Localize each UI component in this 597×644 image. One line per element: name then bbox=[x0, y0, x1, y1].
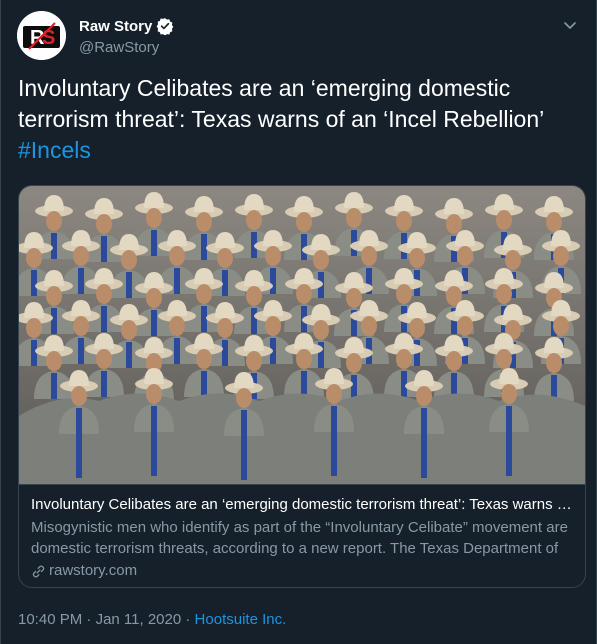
hashtag-link[interactable]: #Incels bbox=[18, 137, 91, 163]
meta-separator-2: · bbox=[185, 611, 191, 628]
handle[interactable]: @RawStory bbox=[79, 39, 174, 56]
tweet-text: Involuntary Celibates are an ‘emerging d… bbox=[18, 73, 578, 166]
tweet-time[interactable]: 10:40 PM bbox=[18, 611, 82, 628]
card-info[interactable]: Involuntary Celibates are an ‘emerging d… bbox=[19, 484, 585, 587]
card-description: Misogynistic men who identify as part of… bbox=[31, 519, 568, 557]
author-block[interactable]: Raw Story @RawStory bbox=[79, 17, 174, 56]
card-domain[interactable]: rawstory.com bbox=[31, 561, 573, 581]
tweet-card: R S Raw Story @RawStory Involuntary Celi… bbox=[0, 0, 597, 644]
tweet-header: R S Raw Story @RawStory bbox=[17, 11, 580, 61]
raw-story-logo: R S bbox=[17, 11, 66, 60]
officers-photo bbox=[19, 186, 585, 484]
avatar[interactable]: R S bbox=[17, 11, 66, 60]
tweet-metadata: 10:40 PM · Jan 11, 2020 · Hootsuite Inc. bbox=[18, 611, 286, 628]
tweet-date[interactable]: Jan 11, 2020 bbox=[96, 611, 182, 628]
card-domain-text[interactable]: rawstory.com bbox=[49, 561, 137, 581]
link-icon bbox=[32, 564, 45, 578]
meta-separator: · bbox=[86, 611, 92, 628]
tweet-source-link[interactable]: Hootsuite Inc. bbox=[195, 611, 287, 628]
display-name-text[interactable]: Raw Story bbox=[79, 18, 152, 35]
card-image[interactable] bbox=[19, 186, 585, 484]
tweet-body: Involuntary Celibates are an ‘emerging d… bbox=[18, 75, 545, 132]
chevron-down-icon[interactable] bbox=[560, 15, 580, 35]
card-title[interactable]: Involuntary Celibates are an ‘emerging d… bbox=[31, 495, 573, 515]
link-card[interactable]: Involuntary Celibates are an ‘emerging d… bbox=[18, 185, 586, 588]
display-name[interactable]: Raw Story bbox=[79, 17, 174, 35]
verified-badge-icon bbox=[157, 18, 174, 35]
